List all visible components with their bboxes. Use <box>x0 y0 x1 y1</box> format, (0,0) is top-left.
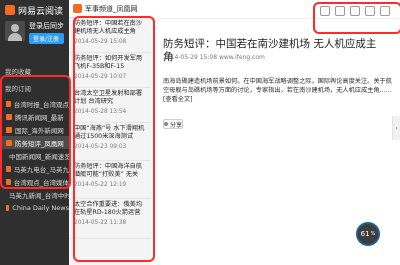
subscription-item[interactable]: 马英九电台_马英九 <box>0 162 69 175</box>
share-button[interactable]: 分享 <box>163 119 183 129</box>
subscription-item[interactable]: 中国新闻网_新闻速览 <box>0 149 69 162</box>
subscription-item[interactable]: 台湾时报_台湾观点 <box>0 97 69 110</box>
progress-value: 61 <box>360 230 370 238</box>
list-item[interactable]: 防务短评：中国海洋自航潜艇可能“打败美” 无关 2014-05-22 12:19 <box>69 161 151 199</box>
list-item[interactable]: 防务短评：如何开发军用飞机F-35B和F-15 2014-05-29 10:07 <box>69 53 151 88</box>
article-toolbar <box>151 0 400 19</box>
refresh-icon[interactable] <box>335 6 345 16</box>
app-logo-icon <box>5 5 15 15</box>
feed-icon <box>73 4 82 13</box>
app-brand: 网易云阅读 <box>5 4 64 17</box>
subscription-label: 马英九新闻_台湾中时 <box>9 191 69 200</box>
list-item-date: 2014-05-29 15:08 <box>74 38 127 45</box>
progress-unit: % <box>370 231 376 237</box>
subscription-item[interactable]: 台湾观点_台湾媒体 <box>0 175 69 188</box>
list-item-date: 2014-05-22 12:19 <box>74 181 127 188</box>
subscription-label: 防务短评_凤凰网 <box>15 139 64 148</box>
subscription-label: 台湾时报_台湾观点 <box>13 100 69 109</box>
list-item-title: 太空合作重要进：俄美均在轨星RD-180火箭运营 <box>74 201 143 217</box>
list-item-title: 台湾太空卫星发射和部署计划 台湾研究 <box>74 90 143 106</box>
settings-icon[interactable] <box>350 6 360 16</box>
subscription-list: 台湾时报_台湾观点 腾讯新闻网_最新 国际_海外新闻网 防务短评_凤凰网 中国新… <box>0 97 69 214</box>
feed-icon <box>6 100 11 107</box>
subscription-item-selected[interactable]: 防务短评_凤凰网 <box>0 136 69 149</box>
account-name: 登录后同步 <box>29 22 64 30</box>
list-item[interactable]: 中国“海燕”号 水下滑翔机通过1500米深海测试 2014-05-23 09:0… <box>69 123 151 161</box>
subscription-item[interactable]: 腾讯新闻网_最新 <box>0 110 69 123</box>
list-item-title: 中国“海燕”号 水下滑翔机通过1500米深海测试 <box>74 125 145 141</box>
subscription-label: 腾讯新闻网_最新 <box>15 113 64 122</box>
feed-icon <box>6 178 11 185</box>
share-label: 分享 <box>170 121 183 129</box>
share-icon <box>164 122 168 126</box>
article-body: 南海岛礁建造机场前景如何。在中国海军战略调整之际，国际舆论高度关注。关于航空母舰… <box>163 78 392 103</box>
list-item[interactable]: 太空合作重要进：俄美均在轨星RD-180火箭运营 2014-05-22 11:3… <box>69 199 151 239</box>
feed-icon <box>6 165 11 172</box>
article-meta: 2014-05-29 15:08 www.ifeng.com <box>163 54 265 61</box>
app-window: 网易云阅读 登录后同步 登录/注册 我的收藏 我的订阅 台湾时报_台湾观点 腾讯… <box>0 0 400 265</box>
avatar[interactable] <box>5 21 25 41</box>
sidebar: 网易云阅读 登录后同步 登录/注册 我的收藏 我的订阅 台湾时报_台湾观点 腾讯… <box>0 0 69 265</box>
subscription-item[interactable]: 国际_海外新闻网 <box>0 123 69 136</box>
article-list: 军事频道_凤凰网 防务短评：中国若在南沙建机场无人机应成主角 2014-05-2… <box>69 0 152 265</box>
list-item-title: 防务短评：中国若在南沙建机场无人机应成主角 <box>74 20 143 36</box>
collapse-handle[interactable]: ‹ <box>392 116 400 140</box>
account-meta: 登录后同步 登录/注册 <box>29 21 64 44</box>
subscription-label: China Daily News <box>12 203 69 212</box>
subscription-item[interactable]: China Daily News <box>0 201 69 214</box>
subscription-label: 台湾观点_台湾媒体 <box>13 178 69 187</box>
account-area: 登录后同步 登录/注册 <box>5 21 64 44</box>
list-item[interactable]: 防务短评：中国若在南沙建机场无人机应成主角 2014-05-29 15:08 <box>69 18 151 53</box>
feed-icon <box>6 139 12 146</box>
subscription-label: 中国新闻网_新闻速览 <box>9 152 69 161</box>
list-item-date: 2014-05-29 10:07 <box>74 73 127 80</box>
progress-badge: 61% <box>356 222 380 246</box>
list-header-title: 军事频道_凤凰网 <box>85 4 138 13</box>
list-item[interactable]: 台湾太空卫星发射和部署计划 台湾研究 2014-05-28 13:54 <box>69 88 151 123</box>
subscription-item[interactable]: 马英九新闻_台湾中时 <box>0 188 69 201</box>
subscription-label: 国际_海外新闻网 <box>15 126 64 135</box>
minimize-icon[interactable] <box>365 6 375 16</box>
list-item-date: 2014-05-22 11:38 <box>74 219 127 226</box>
close-icon[interactable] <box>380 6 390 16</box>
subscriptions-section-title[interactable]: 我的订阅 <box>5 83 31 93</box>
list-item-title: 防务短评：中国海洋自航潜艇可能“打败美” 无关 <box>74 163 143 179</box>
back-icon[interactable] <box>320 6 330 16</box>
list-item-date: 2014-05-23 09:03 <box>74 143 127 150</box>
favorites-section-title[interactable]: 我的收藏 <box>5 66 31 76</box>
list-header: 军事频道_凤凰网 <box>69 0 151 18</box>
login-button[interactable]: 登录/注册 <box>29 33 64 44</box>
feed-icon <box>6 204 10 211</box>
list-item-date: 2014-05-28 13:54 <box>74 108 127 115</box>
feed-icon <box>6 126 12 133</box>
app-title: 网易云阅读 <box>18 6 64 17</box>
list-item-title: 防务短评：如何开发军用飞机F-35B和F-15 <box>74 55 143 71</box>
subscription-label: 马英九电台_马英九 <box>13 165 69 174</box>
feed-icon <box>6 113 12 120</box>
